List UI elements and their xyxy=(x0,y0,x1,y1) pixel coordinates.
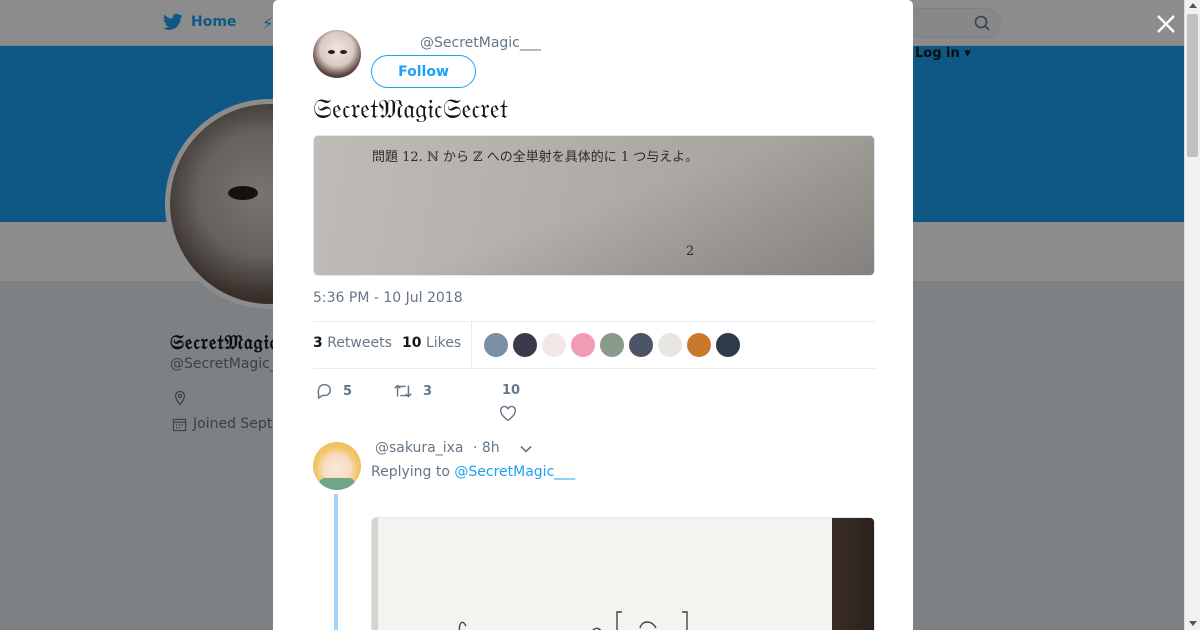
liker-avatar[interactable] xyxy=(512,332,538,358)
reply-time[interactable]: · 8h xyxy=(473,440,500,456)
tweet-text: 𝔖𝔢𝔠𝔯𝔢𝔱𝔐𝔞𝔤𝔦𝔠𝔖𝔢𝔠𝔯𝔢𝔱 xyxy=(313,94,509,125)
liker-avatars xyxy=(483,332,741,358)
likes-label: Likes xyxy=(425,335,462,351)
reply-button[interactable]: 5 xyxy=(315,382,352,400)
liker-avatar[interactable] xyxy=(541,332,567,358)
scrollbar-thumb[interactable] xyxy=(1187,14,1198,157)
close-icon[interactable] xyxy=(1154,12,1178,36)
liker-avatar[interactable] xyxy=(686,332,712,358)
retweet-icon xyxy=(394,384,412,398)
thread-line xyxy=(334,494,338,630)
scroll-up-arrow-icon[interactable] xyxy=(1189,3,1197,8)
liker-avatar[interactable] xyxy=(715,332,741,358)
retweet-count: 3 xyxy=(423,383,433,399)
likes-count: 10 xyxy=(402,335,422,351)
photo-problem-text: 問題 12. ℕ から ℤ への全単射を具体的に 1 つ与えよ。 xyxy=(372,150,699,165)
scroll-down-arrow-icon[interactable] xyxy=(1189,621,1197,626)
retweets-stat[interactable]: 3 Retweets xyxy=(313,335,392,351)
reply-count: 5 xyxy=(343,383,353,399)
stats-divider xyxy=(471,322,472,368)
replying-to-label: Replying to xyxy=(371,464,450,480)
retweets-label: Retweets xyxy=(327,335,392,351)
liker-avatar[interactable] xyxy=(657,332,683,358)
tweet-stats: 3 Retweets 10 Likes xyxy=(313,321,875,369)
tweet-modal: @SecretMagic___ Follow 𝔖𝔢𝔠𝔯𝔢𝔱𝔐𝔞𝔤𝔦𝔠𝔖𝔢𝔠𝔯𝔢𝔱… xyxy=(273,0,913,630)
reply-icon xyxy=(317,383,331,399)
reply-author-handle[interactable]: @sakura_ixa xyxy=(375,440,464,456)
likes-stat[interactable]: 10 Likes xyxy=(402,335,461,351)
photo-page-number: 2 xyxy=(686,244,695,259)
follow-button[interactable]: Follow xyxy=(371,55,476,88)
retweet-button[interactable]: 3 xyxy=(393,382,432,400)
chevron-down-icon[interactable] xyxy=(519,442,533,456)
tweet-author-handle[interactable]: @SecretMagic___ xyxy=(420,35,541,51)
tweet-photo[interactable]: 問題 12. ℕ から ℤ への全単射を具体的に 1 つ与えよ。 2 xyxy=(313,135,875,276)
heart-icon[interactable] xyxy=(499,405,517,422)
liker-avatar[interactable] xyxy=(483,332,509,358)
retweets-count: 3 xyxy=(313,335,323,351)
liker-avatar[interactable] xyxy=(599,332,625,358)
like-count: 10 xyxy=(502,383,521,398)
tweet-timestamp[interactable]: 5:36 PM - 10 Jul 2018 xyxy=(313,290,463,306)
replying-to-link[interactable]: @SecretMagic___ xyxy=(454,464,575,480)
reply-photo[interactable] xyxy=(371,517,875,630)
handwriting-sketch xyxy=(458,611,688,630)
tweet-author-avatar[interactable] xyxy=(313,30,361,78)
liker-avatar[interactable] xyxy=(628,332,654,358)
reply-author-avatar[interactable] xyxy=(313,442,361,490)
liker-avatar[interactable] xyxy=(570,332,596,358)
page-scrollbar[interactable] xyxy=(1184,0,1200,630)
replying-to: Replying to @SecretMagic___ xyxy=(371,464,575,480)
tweet-actions: 5 3 10 xyxy=(313,378,875,423)
